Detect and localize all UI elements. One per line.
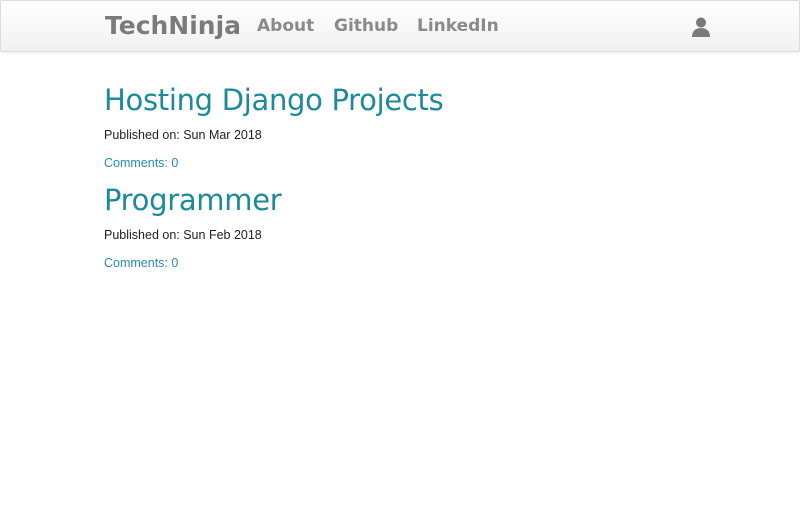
nav-link-linkedin[interactable]: LinkedIn	[417, 15, 499, 37]
user-icon[interactable]	[690, 16, 712, 38]
top-navbar: TechNinja About Github LinkedIn	[0, 0, 800, 52]
post-comments-link[interactable]: Comments: 0	[104, 254, 704, 272]
brand-logo-link[interactable]: TechNinja	[105, 11, 241, 41]
post-title-link[interactable]: Hosting Django Projects	[104, 78, 704, 122]
post-comments-link[interactable]: Comments: 0	[104, 154, 704, 172]
post-published-date: Published on: Sun Feb 2018	[104, 228, 262, 242]
nav-link-github[interactable]: Github	[334, 15, 398, 37]
post-item: Programmer Published on: Sun Feb 2018 Co…	[104, 178, 704, 272]
post-published-date: Published on: Sun Mar 2018	[104, 128, 262, 142]
post-title-link[interactable]: Programmer	[104, 178, 704, 222]
post-item: Hosting Django Projects Published on: Su…	[104, 78, 704, 172]
nav-link-about[interactable]: About	[257, 15, 314, 37]
post-list: Hosting Django Projects Published on: Su…	[104, 78, 704, 272]
